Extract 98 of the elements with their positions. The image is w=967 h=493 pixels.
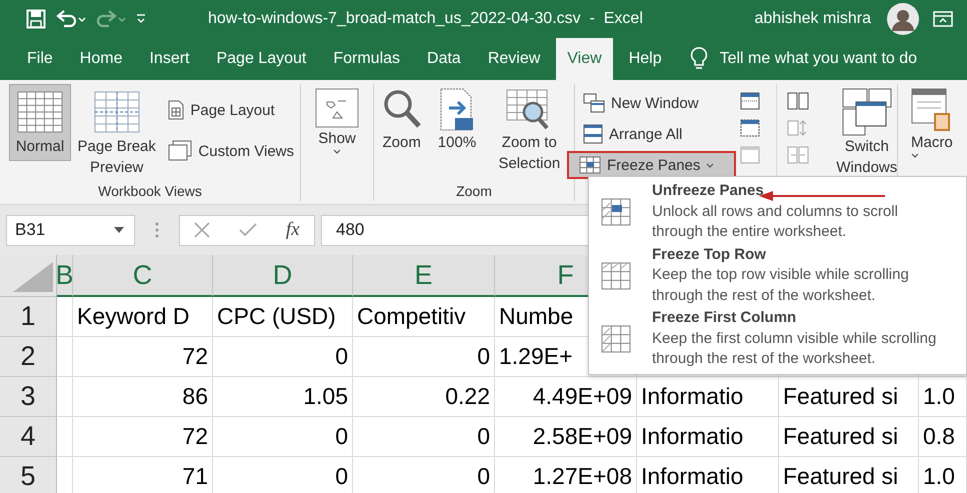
table-cell: Informatio bbox=[637, 457, 779, 493]
ribbon-tab[interactable]: Help bbox=[618, 38, 673, 80]
table-cell: 1.0 bbox=[919, 457, 967, 493]
table-cell: 0 bbox=[353, 417, 495, 457]
user-name: abhishek mishra bbox=[754, 10, 871, 28]
search-field[interactable]: Tell me what you want to do bbox=[720, 50, 918, 68]
new-window-button[interactable]: New Window bbox=[577, 89, 736, 117]
ribbon-tab[interactable]: Formulas bbox=[322, 38, 412, 80]
sheet-grid-icon bbox=[600, 197, 632, 227]
table-cell: Featured si bbox=[779, 417, 919, 457]
macros-icon bbox=[911, 88, 951, 132]
ribbon-display-icon[interactable] bbox=[933, 11, 953, 27]
page-layout-button[interactable]: Page Layout bbox=[162, 96, 300, 124]
table-cell: 2.58E+09 bbox=[495, 417, 637, 457]
zoom-100-button[interactable]: 100% bbox=[432, 84, 482, 157]
table-cell: 4.49E+09 bbox=[495, 377, 637, 417]
ribbon-tab[interactable]: View bbox=[556, 38, 613, 80]
macros-button[interactable]: Macro bbox=[906, 84, 967, 162]
table-cell: Informatio bbox=[637, 417, 779, 457]
table-cell: 0.8 bbox=[919, 417, 967, 457]
table-cell: CPC (USD) bbox=[213, 297, 353, 337]
arrange-icon bbox=[583, 124, 603, 144]
table-cell: 71 bbox=[73, 457, 213, 493]
freeze-icon bbox=[579, 156, 601, 174]
column-header[interactable]: E bbox=[353, 255, 495, 297]
ribbon-tab[interactable]: Data bbox=[416, 38, 472, 80]
table-cell: 1.27E+08 bbox=[495, 457, 637, 493]
table-cell: 72 bbox=[73, 417, 213, 457]
normal-view-button[interactable]: Normal bbox=[9, 84, 71, 161]
empty-cell bbox=[57, 377, 73, 417]
group-label: Zoom bbox=[455, 183, 493, 201]
side-by-side-icon[interactable] bbox=[787, 92, 810, 110]
table-cell: 86 bbox=[73, 377, 213, 417]
ribbon-tab[interactable]: Page Layout bbox=[205, 38, 318, 80]
row-header[interactable]: 3 bbox=[0, 377, 57, 417]
table-cell: 0 bbox=[353, 457, 495, 493]
arrange-all-button[interactable]: Arrange All bbox=[577, 120, 736, 148]
freeze-panes-button[interactable]: Freeze Panes bbox=[567, 151, 736, 179]
custom-views-button[interactable]: Custom Views bbox=[162, 136, 300, 166]
cancel-icon bbox=[194, 222, 210, 238]
split-icon[interactable] bbox=[740, 92, 760, 110]
window-title: how-to-windows-7_broad-match_us_2022-04-30.csv - Excel bbox=[208, 10, 643, 28]
table-cell: 0 bbox=[213, 457, 353, 493]
table-cell: 0.22 bbox=[353, 377, 495, 417]
customize-icon[interactable] bbox=[136, 14, 146, 24]
empty-cell bbox=[57, 337, 73, 377]
hide-icon[interactable] bbox=[740, 119, 760, 137]
row-header[interactable]: 1 bbox=[0, 297, 57, 337]
table-cell: Competitiv bbox=[353, 297, 495, 337]
page-layout-icon bbox=[168, 100, 184, 120]
table-cell: 72 bbox=[73, 337, 213, 377]
ribbon-tab[interactable]: Home bbox=[68, 38, 134, 80]
caret-icon bbox=[706, 162, 714, 168]
table-cell: 0 bbox=[213, 417, 353, 457]
unfreeze-panes-item[interactable]: Unfreeze Panes Unlock all rows and columns to scroll through the entire worksheet. bbox=[589, 180, 966, 244]
custom-views-icon bbox=[168, 140, 192, 162]
column-header[interactable]: B bbox=[57, 255, 73, 297]
page-break-preview-button[interactable]: Page Break Preview bbox=[71, 84, 162, 182]
zoom-button[interactable]: Zoom bbox=[376, 84, 427, 157]
table-cell: Keyword D bbox=[73, 297, 213, 337]
unhide-icon bbox=[740, 146, 760, 164]
empty-cell bbox=[57, 417, 73, 457]
row-header[interactable]: 2 bbox=[0, 337, 57, 377]
table-cell: Featured si bbox=[779, 377, 919, 417]
undo-icon[interactable] bbox=[56, 10, 86, 28]
sync-scroll-icon bbox=[787, 119, 810, 137]
column-header[interactable]: C bbox=[73, 255, 213, 297]
table-cell: Informatio bbox=[637, 377, 779, 417]
reset-position-icon bbox=[787, 146, 810, 164]
table-cell: 1.05 bbox=[213, 377, 353, 417]
caret-icon bbox=[114, 227, 124, 233]
ribbon-tab[interactable]: File bbox=[16, 38, 64, 80]
show-icon bbox=[315, 88, 359, 128]
insert-function-button[interactable]: fx bbox=[286, 219, 300, 241]
save-icon[interactable] bbox=[26, 9, 46, 29]
ribbon-tab[interactable]: Insert bbox=[138, 38, 200, 80]
redo-icon bbox=[96, 10, 126, 28]
caret-icon bbox=[911, 153, 919, 158]
lightbulb-icon[interactable] bbox=[690, 46, 708, 72]
row-header[interactable]: 4 bbox=[0, 417, 57, 457]
group-label: Workbook Views bbox=[97, 183, 203, 201]
table-cell: Featured si bbox=[779, 457, 919, 493]
caret-icon bbox=[333, 149, 341, 154]
sheet-grid-icon bbox=[600, 260, 632, 290]
sheet-grid-icon bbox=[600, 324, 632, 354]
show-button[interactable]: Show bbox=[310, 84, 364, 158]
table-cell: 1.0 bbox=[919, 377, 967, 417]
column-header[interactable]: D bbox=[213, 255, 353, 297]
ribbon-tab[interactable]: Review bbox=[476, 38, 552, 80]
name-box[interactable]: B31 bbox=[6, 214, 135, 246]
windows-icon bbox=[583, 93, 605, 113]
row-header[interactable]: 5 bbox=[0, 457, 57, 493]
table-cell: 0 bbox=[213, 337, 353, 377]
switch-windows-icon bbox=[842, 88, 892, 136]
table-cell: 0 bbox=[353, 337, 495, 377]
avatar-icon[interactable] bbox=[887, 3, 919, 35]
check-icon bbox=[239, 223, 258, 237]
grip-icon[interactable] bbox=[155, 221, 159, 239]
